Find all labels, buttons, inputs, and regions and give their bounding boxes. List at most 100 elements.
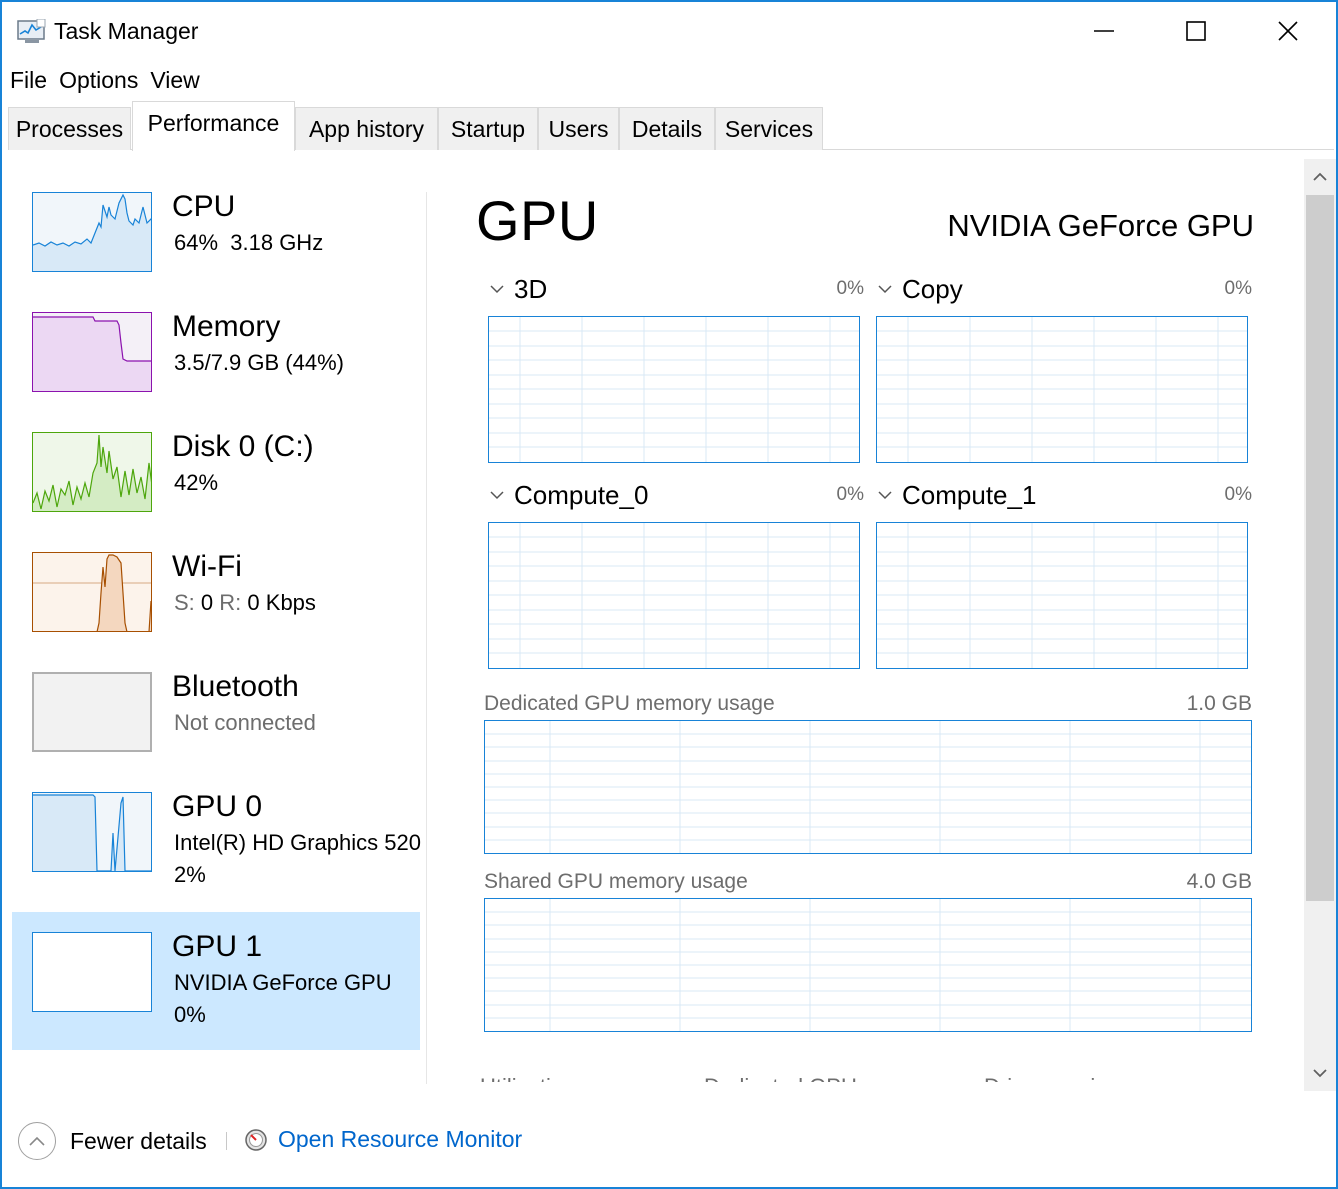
task-manager-window: Task Manager File Options View Processes…: [0, 0, 1338, 1189]
minimize-button[interactable]: [1058, 2, 1150, 60]
chevron-up-icon: [1313, 172, 1327, 181]
stat-driver-version-label: Driver version:: [984, 1074, 1126, 1082]
engine-compute-1-graph: [876, 522, 1248, 669]
nav-sub-disk: 42%: [174, 470, 219, 495]
menu-options[interactable]: Options: [55, 64, 142, 98]
menu-file[interactable]: File: [6, 64, 51, 98]
engine-compute-1-name[interactable]: Compute_1: [902, 480, 1036, 511]
nav-title-memory: Memory: [172, 310, 281, 343]
engine-3d-percent: 0%: [836, 278, 864, 299]
engine-copy-header[interactable]: Copy 0%: [876, 274, 1252, 310]
window-title: Task Manager: [54, 18, 199, 44]
footer-separator: [226, 1132, 227, 1150]
engine-3d-name[interactable]: 3D: [514, 274, 547, 305]
stat-utilization-label: Utilization: [480, 1074, 575, 1082]
gpu-stats: Utilization Dedicated GPU memory Driver …: [480, 1074, 1240, 1082]
bluetooth-thumbnail-graph: [32, 672, 152, 752]
memory-thumbnail-graph: [32, 312, 152, 392]
minimize-icon: [1094, 30, 1114, 32]
fewer-details-button[interactable]: Fewer details: [18, 1122, 207, 1160]
nav-item-wifi[interactable]: Wi-Fi S: 0 R: 0 Kbps: [12, 532, 420, 670]
nav-item-gpu-1[interactable]: GPU 1 NVIDIA GeForce GPU 0%: [12, 912, 420, 1050]
resource-monitor-icon: [245, 1128, 267, 1151]
shared-memory-value: 4.0 GB: [1186, 870, 1252, 893]
nav-title-gpu-1: GPU 1: [172, 930, 263, 963]
open-resource-monitor-label: Open Resource Monitor: [278, 1126, 523, 1152]
title-bar[interactable]: Task Manager: [2, 2, 1336, 60]
tab-users[interactable]: Users: [538, 107, 619, 150]
dedicated-memory-label: Dedicated GPU memory usage: [484, 692, 775, 715]
scroll-thumb[interactable]: [1306, 195, 1334, 901]
engine-compute-1-header[interactable]: Compute_1 0%: [876, 480, 1252, 516]
chevron-down-icon: [1313, 1069, 1327, 1078]
engine-copy-percent: 0%: [1224, 278, 1252, 299]
engine-compute-0: Compute_0 0%: [488, 480, 864, 669]
nav-item-bluetooth[interactable]: Bluetooth Not connected: [12, 652, 420, 790]
engine-copy: Copy 0%: [876, 274, 1252, 463]
task-manager-icon: [17, 18, 47, 45]
cpu-thumbnail-graph: [32, 192, 152, 272]
engine-compute-1: Compute_1 0%: [876, 480, 1252, 669]
nav-title-disk: Disk 0 (C:): [172, 430, 314, 463]
scroll-down-button[interactable]: [1304, 1055, 1336, 1091]
wifi-receive-label: R:: [219, 590, 242, 615]
tab-strip: Processes Performance App history Startu…: [8, 98, 1334, 151]
tab-performance[interactable]: Performance: [132, 101, 295, 151]
tab-app-history[interactable]: App history: [295, 107, 438, 150]
maximize-button[interactable]: [1150, 2, 1242, 60]
menu-view[interactable]: View: [146, 64, 203, 98]
engine-compute-0-header[interactable]: Compute_0 0%: [488, 480, 864, 516]
nav-divider[interactable]: [426, 192, 427, 1084]
engine-3d: 3D 0%: [488, 274, 864, 463]
engine-compute-0-name[interactable]: Compute_0: [514, 480, 648, 511]
stat-dedicated-memory-label: Dedicated GPU memory: [704, 1074, 942, 1082]
open-resource-monitor-link[interactable]: Open Resource Monitor: [244, 1126, 522, 1153]
close-button[interactable]: [1242, 2, 1334, 60]
gpu0-thumbnail-graph: [32, 792, 152, 872]
collapse-circle: [18, 1122, 56, 1160]
engine-copy-name[interactable]: Copy: [902, 274, 963, 305]
nav-sub-gpu-1: NVIDIA GeForce GPU: [174, 970, 392, 995]
nav-item-memory[interactable]: Memory 3.5/7.9 GB (44%): [12, 292, 420, 430]
wifi-send-value: 0: [200, 590, 214, 615]
vertical-scrollbar[interactable]: [1304, 159, 1336, 1091]
engine-compute-1-percent: 0%: [1224, 484, 1252, 505]
dedicated-memory-graph: [484, 720, 1252, 854]
nav-title-wifi: Wi-Fi: [172, 550, 242, 583]
nav-sub-wifi: S: 0 R: 0 Kbps: [174, 590, 316, 616]
wifi-send-label: S:: [174, 590, 195, 615]
disk-thumbnail-graph: [32, 432, 152, 512]
nav-sub2-gpu-0: 2%: [174, 862, 206, 887]
nav-item-cpu[interactable]: CPU 64% 3.18 GHz: [12, 172, 420, 310]
chevron-down-icon[interactable]: [488, 486, 506, 504]
resource-list: CPU 64% 3.18 GHz Memory 3.5/7.9 GB (44%): [10, 172, 422, 1082]
tab-processes[interactable]: Processes: [8, 107, 131, 150]
scroll-up-button[interactable]: [1304, 159, 1336, 195]
shared-memory-graph: [484, 898, 1252, 1032]
nav-sub-bluetooth: Not connected: [174, 710, 316, 735]
menu-bar: File Options View: [2, 64, 204, 98]
nav-item-gpu-0[interactable]: GPU 0 Intel(R) HD Graphics 520 2%: [12, 772, 421, 902]
chevron-down-icon[interactable]: [876, 280, 894, 298]
page-title: GPU: [476, 189, 599, 252]
nav-item-disk[interactable]: Disk 0 (C:) 42%: [12, 412, 420, 550]
nav-title-bluetooth: Bluetooth: [172, 670, 299, 703]
chevron-down-icon[interactable]: [488, 280, 506, 298]
close-icon: [1278, 21, 1298, 41]
shared-memory-label: Shared GPU memory usage: [484, 870, 748, 893]
nav-sub-memory: 3.5/7.9 GB (44%): [174, 350, 344, 375]
nav-title-gpu-0: GPU 0: [172, 790, 263, 823]
tab-startup[interactable]: Startup: [438, 107, 538, 150]
tab-services[interactable]: Services: [715, 107, 823, 150]
tab-details[interactable]: Details: [619, 107, 715, 150]
wifi-receive-value: 0 Kbps: [247, 590, 316, 615]
gpu-detail-panel: GPU NVIDIA GeForce GPU 3D 0% Copy 0% Com…: [472, 182, 1272, 1082]
chevron-up-icon: [29, 1136, 45, 1146]
wifi-thumbnail-graph: [32, 552, 152, 632]
engine-copy-graph: [876, 316, 1248, 463]
engine-compute-0-graph: [488, 522, 860, 669]
engine-3d-graph: [488, 316, 860, 463]
nav-title-cpu: CPU: [172, 190, 236, 223]
chevron-down-icon[interactable]: [876, 486, 894, 504]
engine-3d-header[interactable]: 3D 0%: [488, 274, 864, 310]
